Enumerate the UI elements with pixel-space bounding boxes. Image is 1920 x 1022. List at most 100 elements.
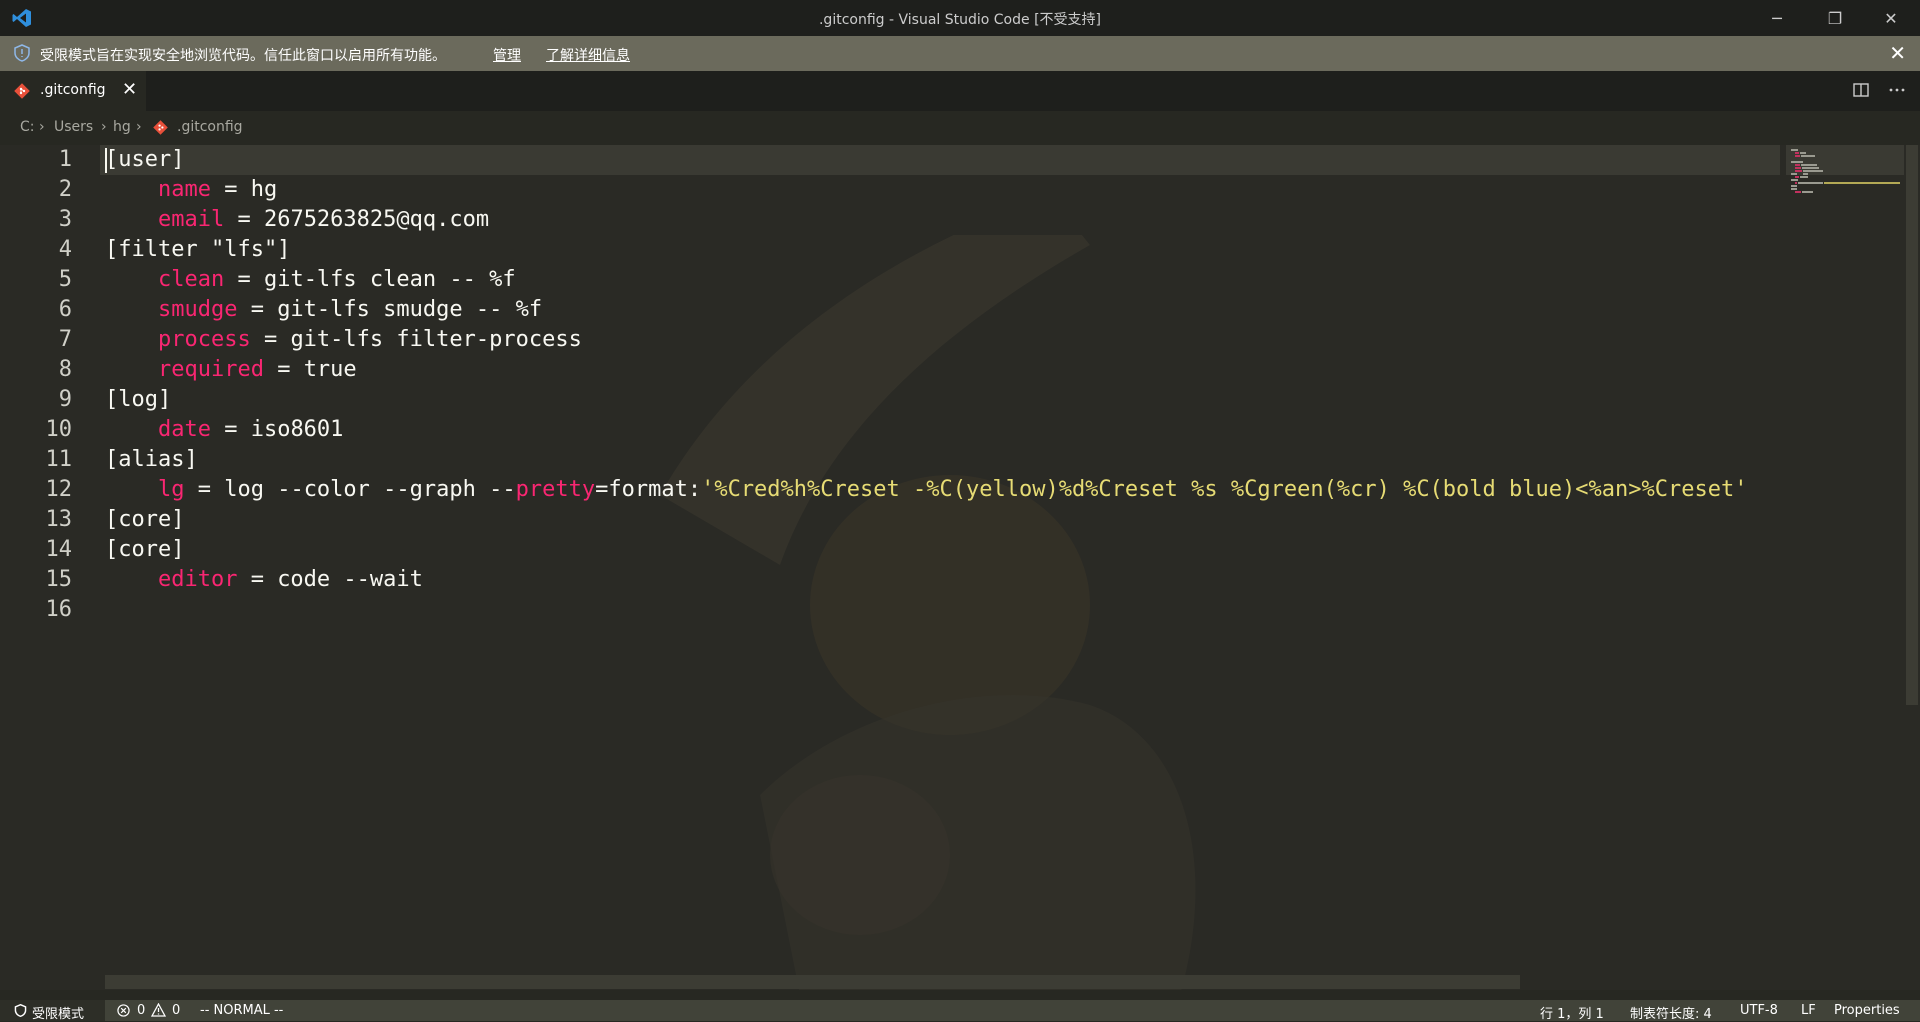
code-line[interactable]: [filter "lfs"] [105, 235, 290, 265]
line-number: 12 [45, 477, 73, 502]
code-content[interactable]: [user] name = hg email = 2675263825@qq.c… [105, 145, 1780, 965]
more-actions-icon[interactable] [1888, 81, 1906, 99]
config-key: email [105, 207, 225, 232]
status-bar: 受限模式 0 0 -- NORMAL -- 行 1，列 1 制表符长度: 4 U… [0, 1000, 1920, 1022]
error-count[interactable]: 0 [137, 1003, 145, 1018]
code-line[interactable]: lg = log --color --graph --pretty=format… [105, 475, 1747, 505]
line-number: 13 [45, 507, 73, 532]
code-line[interactable]: editor = code --wait [105, 565, 423, 595]
line-number: 7 [58, 327, 72, 352]
horizontal-scrollbar[interactable] [105, 975, 1520, 989]
config-value: [log] [105, 387, 172, 412]
restricted-mode-label: 受限模式 [32, 1007, 85, 1022]
breadcrumb-separator: › [101, 119, 107, 135]
editor-actions [1852, 81, 1906, 99]
window-title: .gitconfig - Visual Studio Code [不受支持] [818, 12, 1101, 28]
breadcrumb-drive[interactable]: C: [20, 119, 35, 135]
config-value: = 2675263825@qq.com [224, 207, 490, 232]
code-line[interactable]: [core] [105, 505, 184, 535]
vertical-scrollbar[interactable] [1906, 145, 1918, 705]
config-key: pretty [515, 477, 596, 502]
code-line[interactable]: [core] [105, 535, 184, 565]
string-literal: '%Cred%h%Creset -%C(yellow)%d%Creset %s … [701, 477, 1748, 502]
config-key: name [105, 177, 211, 202]
line-number: 1 [58, 147, 72, 172]
code-line[interactable]: date = iso8601 [105, 415, 343, 445]
split-editor-icon[interactable] [1852, 81, 1870, 99]
error-icon[interactable] [117, 1004, 130, 1017]
config-key: date [105, 417, 211, 442]
code-line[interactable]: required = true [105, 355, 357, 385]
code-line[interactable]: name = hg [105, 175, 277, 205]
warning-icon[interactable] [151, 1003, 166, 1017]
manage-link[interactable]: 管理 [493, 45, 521, 65]
line-number: 5 [58, 267, 72, 292]
config-key: editor [105, 567, 238, 592]
editor-area[interactable]: 1 2 3 4 5 6 7 8 9 10 11 12 13 14 15 16 [user] name = hg… [0, 145, 1920, 990]
config-value: = iso8601 [210, 417, 344, 442]
config-value: = git-lfs filter-process [250, 327, 582, 352]
file-encoding[interactable]: UTF-8 [1740, 1003, 1778, 1018]
line-number: 4 [58, 237, 72, 262]
restricted-mode-banner: 受限模式旨在实现安全地浏览代码。信任此窗口以启用所有功能。 管理 了解详细信息 … [0, 36, 1920, 71]
config-value: [core] [105, 537, 185, 562]
config-value: = hg [210, 177, 278, 202]
title-bar: .gitconfig - Visual Studio Code [不受支持] ─… [0, 0, 1920, 36]
breadcrumb-users[interactable]: Users [54, 119, 93, 135]
config-value: [filter "lfs"] [105, 237, 291, 262]
restore-button[interactable]: ❐ [1806, 0, 1864, 36]
line-number: 11 [45, 447, 73, 472]
minimize-button[interactable]: ─ [1748, 0, 1806, 36]
line-number: 10 [45, 417, 73, 442]
config-value: = code --wait [237, 567, 423, 592]
banner-close-button[interactable]: ✕ [1889, 41, 1906, 65]
line-number: 2 [58, 177, 72, 202]
git-file-icon [153, 120, 168, 135]
text-cursor [105, 148, 107, 173]
line-number: 6 [58, 297, 72, 322]
code-line[interactable]: [user] [105, 145, 184, 175]
breadcrumb-user[interactable]: hg [113, 119, 131, 135]
code-line[interactable]: smudge = git-lfs smudge -- %f [105, 295, 542, 325]
config-value: [core] [105, 507, 185, 532]
line-number: 3 [58, 207, 72, 232]
close-window-button[interactable]: ✕ [1862, 0, 1920, 36]
config-value: =format: [595, 477, 702, 502]
warning-count[interactable]: 0 [172, 1003, 180, 1018]
tab-size[interactable]: 制表符长度: 4 [1630, 1003, 1712, 1022]
code-line[interactable]: [log] [105, 385, 171, 415]
tab-gitconfig[interactable]: .gitconfig ✕ [0, 71, 146, 111]
breadcrumb-file[interactable]: .gitconfig [177, 119, 243, 135]
config-value: = git-lfs smudge -- %f [237, 297, 543, 322]
breadcrumb-separator: › [136, 119, 142, 135]
line-number: 16 [45, 597, 73, 622]
config-value: = log --color --graph -- [184, 477, 516, 502]
config-value: = git-lfs clean -- %f [224, 267, 516, 292]
tab-bar: .gitconfig ✕ [0, 71, 1920, 111]
cursor-position[interactable]: 行 1，列 1 [1540, 1003, 1604, 1022]
code-line[interactable]: [alias] [105, 445, 198, 475]
restricted-mode-indicator[interactable]: 受限模式 [0, 1000, 105, 1022]
learn-more-link[interactable]: 了解详细信息 [546, 45, 630, 65]
shield-icon [14, 1004, 27, 1017]
vim-mode: -- NORMAL -- [200, 1003, 284, 1018]
minimap[interactable] [1786, 145, 1904, 990]
banner-message: 受限模式旨在实现安全地浏览代码。信任此窗口以启用所有功能。 [40, 48, 446, 64]
code-line[interactable]: process = git-lfs filter-process [105, 325, 582, 355]
language-mode[interactable]: Properties [1834, 1003, 1900, 1018]
tab-close-button[interactable]: ✕ [122, 79, 137, 100]
config-value: [user] [105, 147, 185, 172]
shield-icon [14, 44, 30, 62]
breadcrumb-separator: › [39, 119, 45, 135]
line-number: 8 [58, 357, 72, 382]
code-line[interactable]: email = 2675263825@qq.com [105, 205, 489, 235]
git-file-icon [14, 83, 30, 99]
code-line[interactable]: clean = git-lfs clean -- %f [105, 265, 516, 295]
tab-label: .gitconfig [40, 82, 106, 98]
config-value: = true [263, 357, 357, 382]
config-key: smudge [105, 297, 238, 322]
line-number: 9 [58, 387, 72, 412]
end-of-line[interactable]: LF [1801, 1003, 1816, 1018]
config-value: [alias] [105, 447, 198, 472]
config-key: clean [105, 267, 225, 292]
